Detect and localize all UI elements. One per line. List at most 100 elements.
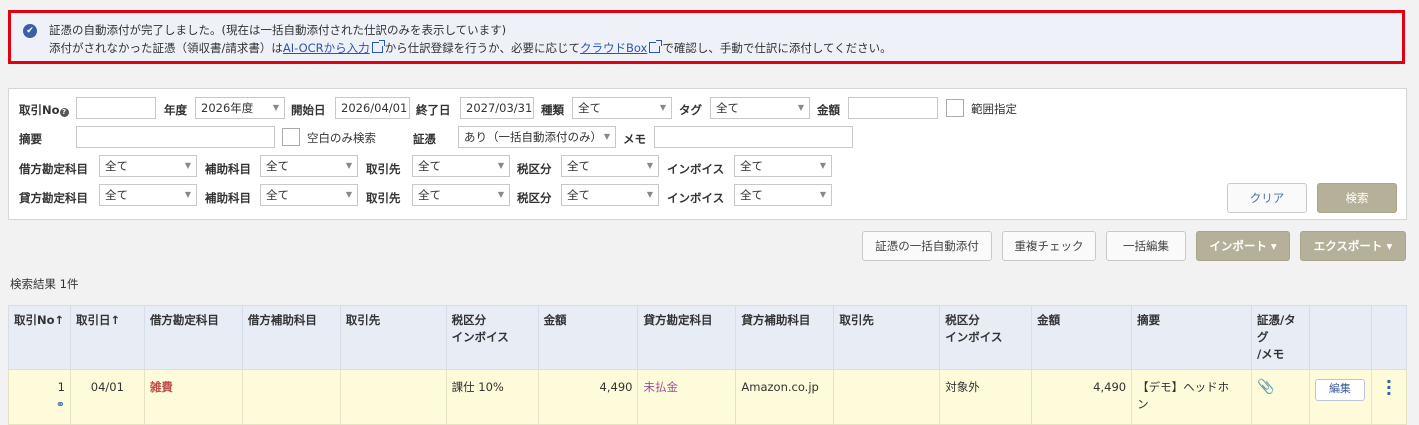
kashi-zeikubun-select[interactable]: 全て <box>561 184 659 206</box>
kari-hojo-label: 補助科目 <box>205 162 251 176</box>
cell-no: 1 ⚭ <box>8 369 71 425</box>
cell-kashi-hojo: Amazon.co.jp <box>735 369 835 425</box>
paperclip-icon[interactable]: 📎 <box>1257 379 1274 395</box>
col-kashi-kamoku: 貸方勘定科目 <box>637 305 737 370</box>
kari-kamoku-label: 借方勘定科目 <box>19 162 88 176</box>
shurui-label: 種類 <box>541 103 564 117</box>
blank-only-checkbox[interactable] <box>282 128 300 146</box>
col-tekiyo: 摘要 <box>1131 305 1252 370</box>
col-kashi-zeikubun: 税区分 インボイス <box>939 305 1033 370</box>
notice-line-2: 添付がされなかった証憑（領収書/請求書）はAI-OCRから入力 から仕訳登録を行う… <box>49 40 892 55</box>
kashi-kamoku-label: 貸方勘定科目 <box>19 191 88 205</box>
cell-kari-kamoku: 雑費 <box>143 369 243 425</box>
kari-hojo-select[interactable]: 全て <box>260 155 358 177</box>
kari-invoice-select[interactable]: 全て <box>734 155 832 177</box>
kari-zeikubun-label: 税区分 <box>517 162 552 176</box>
col-kashi-hojo: 貸方補助科目 <box>735 305 835 370</box>
notice-line-1: 証憑の自動添付が完了しました。(現在は一括自動添付された仕訳のみを表示しています… <box>49 23 507 37</box>
kashi-torihikisaki-label: 取引先 <box>366 191 401 205</box>
cell-kari-torihikisaki <box>339 369 447 425</box>
cell-kashi-kamoku: 未払金 <box>637 369 737 425</box>
ai-ocr-link[interactable]: AI-OCRから入力 <box>283 41 370 55</box>
kashi-invoice-label: インボイス <box>667 191 725 205</box>
cell-kashi-torihikisaki <box>833 369 941 425</box>
torihiki-no-label: 取引No? <box>19 102 69 118</box>
completion-notice: ✔ 証憑の自動添付が完了しました。(現在は一括自動添付された仕訳のみを表示してい… <box>8 10 1405 64</box>
nendo-label: 年度 <box>164 103 187 117</box>
range-checkbox[interactable] <box>946 99 964 117</box>
range-label: 範囲指定 <box>971 102 1017 116</box>
cell-menu: · · · <box>1370 369 1408 425</box>
result-count: 検索結果 1件 <box>10 277 79 291</box>
edit-button[interactable]: 編集 <box>1314 379 1365 401</box>
blank-only-label: 空白のみ検索 <box>307 131 376 145</box>
tekiyo-input[interactable] <box>76 126 275 148</box>
shohyo-select[interactable]: あり（一括自動添付のみ） <box>458 126 616 148</box>
cell-edit: 編集 <box>1308 369 1372 425</box>
cell-kari-kingaku: 4,490 <box>537 369 639 425</box>
torihiki-no-input[interactable] <box>76 97 156 119</box>
col-shohyo: 証憑/タグ/メモ <box>1250 305 1310 370</box>
clear-button[interactable]: クリア <box>1227 183 1307 213</box>
kashi-invoice-select[interactable]: 全て <box>734 184 832 206</box>
kashi-zeikubun-label: 税区分 <box>517 191 552 205</box>
help-icon[interactable]: ? <box>59 108 69 117</box>
col-kashi-kingaku: 金額 <box>1031 305 1133 370</box>
check-circle-icon: ✔ <box>23 24 37 38</box>
external-link-icon <box>371 40 385 53</box>
bulk-edit-button[interactable]: 一括編集 <box>1106 231 1186 261</box>
col-menu <box>1370 305 1408 370</box>
cell-kashi-zeikubun: 対象外 <box>939 369 1033 425</box>
kashi-torihikisaki-select[interactable]: 全て <box>412 184 510 206</box>
link-icon[interactable]: ⚭ <box>56 398 65 411</box>
end-date-input[interactable]: 2027/03/31 <box>460 97 534 119</box>
cell-kari-hojo <box>241 369 341 425</box>
kashi-kamoku-select[interactable]: 全て <box>99 184 197 206</box>
kingaku-input[interactable] <box>848 97 938 119</box>
kashi-hojo-select[interactable]: 全て <box>260 184 358 206</box>
kebab-menu-icon[interactable]: · · · <box>1386 374 1392 402</box>
kari-torihikisaki-label: 取引先 <box>366 162 401 176</box>
table-row[interactable]: 1 ⚭ 04/01 雑費 課仕 10% 4,490 未払金 Amazon.co.j… <box>8 369 1408 425</box>
col-kari-kamoku: 借方勘定科目 <box>143 305 243 370</box>
search-button[interactable]: 検索 <box>1317 183 1397 213</box>
col-date[interactable]: 取引日↑ <box>69 305 145 370</box>
search-form: 取引No? 年度 2026年度 開始日 2026/04/01 終了日 2027/… <box>8 88 1407 220</box>
cell-tekiyo: 【デモ】ヘッドホン <box>1131 369 1252 425</box>
duplicate-check-button[interactable]: 重複チェック <box>1002 231 1096 261</box>
kari-zeikubun-select[interactable]: 全て <box>561 155 659 177</box>
nendo-select[interactable]: 2026年度 <box>195 97 285 119</box>
col-edit <box>1308 305 1372 370</box>
start-date-input[interactable]: 2026/04/01 <box>335 97 410 119</box>
cell-kari-zeikubun: 課仕 10% <box>445 369 539 425</box>
kari-torihikisaki-select[interactable]: 全て <box>412 155 510 177</box>
kingaku-label: 金額 <box>817 103 840 117</box>
col-kashi-torihikisaki: 取引先 <box>833 305 941 370</box>
bulk-attach-button[interactable]: 証憑の一括自動添付 <box>862 231 992 261</box>
shohyo-label: 証憑 <box>413 132 436 146</box>
col-no[interactable]: 取引No↑ <box>8 305 71 370</box>
kari-kamoku-select[interactable]: 全て <box>99 155 197 177</box>
kashi-hojo-label: 補助科目 <box>205 191 251 205</box>
tag-select[interactable]: 全て <box>710 97 810 119</box>
col-kari-hojo: 借方補助科目 <box>241 305 341 370</box>
start-date-label: 開始日 <box>291 103 326 117</box>
shurui-select[interactable]: 全て <box>572 97 672 119</box>
memo-label: メモ <box>623 132 646 146</box>
cell-shohyo: 📎 <box>1250 369 1310 425</box>
cell-kashi-kingaku: 4,490 <box>1031 369 1133 425</box>
col-kari-torihikisaki: 取引先 <box>339 305 447 370</box>
tag-label: タグ <box>679 103 702 117</box>
tekiyo-label: 摘要 <box>19 132 42 146</box>
import-dropdown-button[interactable]: インポート ▾ <box>1196 231 1290 261</box>
kari-invoice-label: インボイス <box>667 162 725 176</box>
memo-input[interactable] <box>654 126 853 148</box>
external-link-icon <box>649 40 663 53</box>
export-dropdown-button[interactable]: エクスポート ▾ <box>1300 231 1406 261</box>
cloud-box-link[interactable]: クラウドBox <box>580 41 647 55</box>
table-header-row: 取引No↑ 取引日↑ 借方勘定科目 借方補助科目 取引先 税区分 インボイス 金額… <box>8 305 1408 370</box>
journal-table: 取引No↑ 取引日↑ 借方勘定科目 借方補助科目 取引先 税区分 インボイス 金額… <box>8 305 1408 425</box>
col-kari-kingaku: 金額 <box>537 305 639 370</box>
col-kari-zeikubun: 税区分 インボイス <box>445 305 539 370</box>
end-date-label: 終了日 <box>416 103 451 117</box>
